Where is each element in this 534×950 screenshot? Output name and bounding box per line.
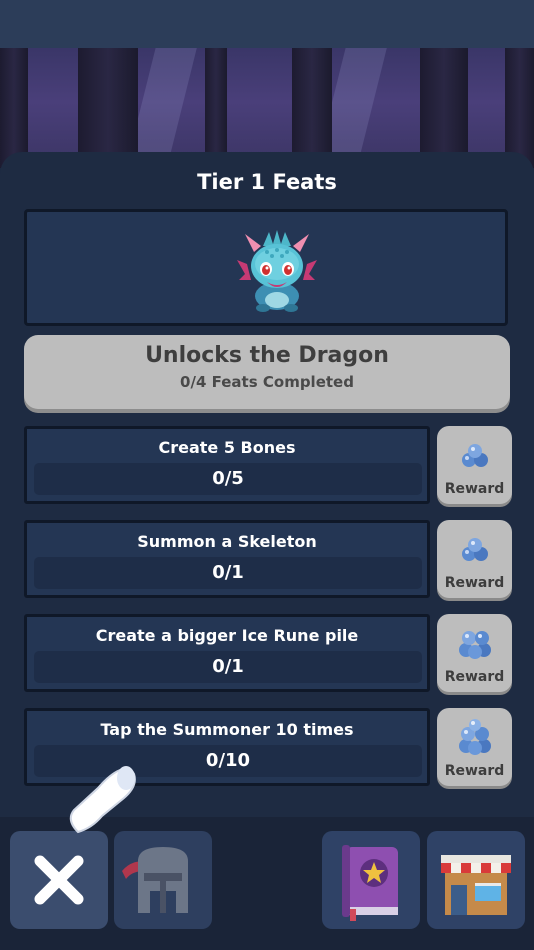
feat-row: Summon a Skeleton 0/1 Reward xyxy=(24,520,512,600)
reward-label: Reward xyxy=(444,669,505,685)
reward-button[interactable]: Reward xyxy=(437,708,512,786)
feat-progress-text: 0/1 xyxy=(212,562,244,583)
top-strip xyxy=(0,0,534,48)
rune-stones-icon xyxy=(459,719,491,755)
reward-label: Reward xyxy=(444,481,505,497)
feat-label: Create a bigger Ice Rune pile xyxy=(95,626,359,645)
reward-label: Reward xyxy=(444,763,505,779)
feat-progress-bar: 0/1 xyxy=(34,651,422,683)
feat-label: Tap the Summoner 10 times xyxy=(100,720,354,739)
reward-button[interactable]: Reward xyxy=(437,426,512,504)
spellbook-button[interactable] xyxy=(322,831,420,929)
feat-row: Create a bigger Ice Rune pile 0/1 Reward xyxy=(24,614,512,694)
unlock-progress-text: 0/4 Feats Completed xyxy=(180,373,354,391)
feat-progress-text: 0/1 xyxy=(212,656,244,677)
unlock-banner: Unlocks the Dragon 0/4 Feats Completed xyxy=(24,335,510,409)
shop-icon xyxy=(441,855,511,915)
helmet-icon xyxy=(122,847,188,913)
feat-card: Create a bigger Ice Rune pile 0/1 xyxy=(24,614,430,692)
feat-row: Create 5 Bones 0/5 Reward xyxy=(24,426,512,506)
spellbook-icon xyxy=(342,845,398,921)
pointer-hand-icon xyxy=(69,766,136,834)
dragon-icon xyxy=(237,230,317,312)
feat-label: Create 5 Bones xyxy=(158,438,296,457)
rune-stones-icon xyxy=(459,631,491,659)
unlock-portrait xyxy=(24,209,508,326)
forest-background xyxy=(0,48,534,168)
rune-stones-icon xyxy=(462,538,488,561)
close-icon xyxy=(34,855,84,905)
panel-title: Tier 1 Feats xyxy=(197,170,337,194)
close-button[interactable] xyxy=(10,831,108,929)
reward-button[interactable]: Reward xyxy=(437,520,512,598)
unlock-title: Unlocks the Dragon xyxy=(145,343,389,368)
feat-label: Summon a Skeleton xyxy=(137,532,317,551)
heroes-button[interactable] xyxy=(114,831,212,929)
feat-progress-text: 0/5 xyxy=(212,468,244,489)
feat-card: Create 5 Bones 0/5 xyxy=(24,426,430,504)
reward-label: Reward xyxy=(444,575,505,591)
shop-button[interactable] xyxy=(427,831,525,929)
feat-card: Summon a Skeleton 0/1 xyxy=(24,520,430,598)
feat-progress-bar: 0/1 xyxy=(34,557,422,589)
reward-button[interactable]: Reward xyxy=(437,614,512,692)
rune-stones-icon xyxy=(462,444,488,467)
feat-progress-bar: 0/5 xyxy=(34,463,422,495)
